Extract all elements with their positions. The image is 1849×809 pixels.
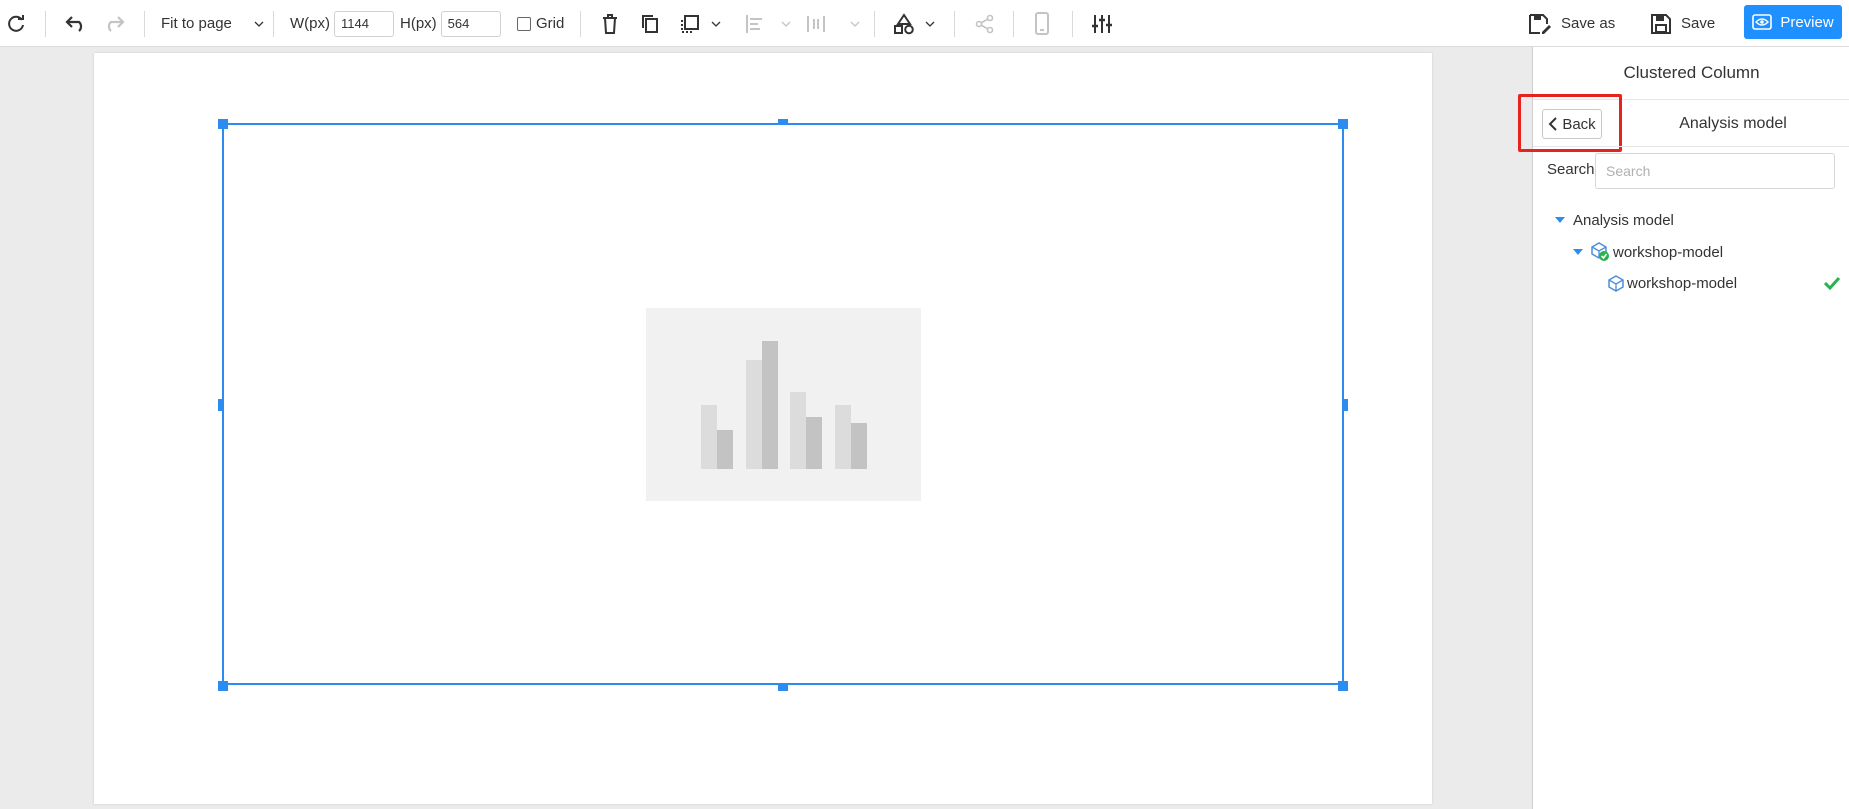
tree-node-label: Analysis model bbox=[1573, 211, 1674, 229]
chart-placeholder bbox=[646, 308, 921, 501]
resize-handle-sw[interactable] bbox=[218, 681, 228, 691]
tree-node-leaf[interactable]: workshop-model bbox=[1608, 272, 1840, 294]
checkmark-icon bbox=[1824, 276, 1840, 290]
distribute-dropdown bbox=[806, 0, 860, 47]
column-chart-placeholder-icon bbox=[701, 341, 867, 469]
shapes-icon bbox=[894, 12, 914, 34]
redo-icon bbox=[102, 0, 128, 47]
resize-handle-s[interactable] bbox=[778, 685, 788, 691]
caret-down-icon[interactable] bbox=[1555, 217, 1565, 223]
grid-checkbox[interactable] bbox=[517, 16, 531, 31]
tree-node-root[interactable]: Analysis model bbox=[1555, 209, 1674, 231]
resize-handle-nw[interactable] bbox=[218, 119, 228, 129]
toolbar: Fit to page W(px) H(px) Grid bbox=[0, 0, 1849, 47]
back-label: Back bbox=[1562, 115, 1596, 133]
arrange-dropdown[interactable] bbox=[679, 0, 721, 47]
distribute-icon bbox=[807, 15, 825, 32]
height-input[interactable] bbox=[440, 10, 501, 37]
save-as-button[interactable]: Save as bbox=[1528, 0, 1615, 47]
back-button[interactable]: Back bbox=[1542, 109, 1602, 139]
grid-toggle[interactable]: Grid bbox=[517, 0, 564, 47]
properties-panel: Clustered Column Back Analysis model Sea… bbox=[1518, 47, 1849, 809]
undo-icon[interactable] bbox=[62, 0, 88, 47]
width-label: W(px) bbox=[290, 15, 330, 32]
preview-button[interactable]: Preview bbox=[1744, 5, 1842, 39]
copy-icon[interactable] bbox=[640, 0, 660, 47]
caret-down-icon[interactable] bbox=[1573, 249, 1583, 255]
zoom-select[interactable]: Fit to page bbox=[161, 0, 264, 47]
align-dropdown bbox=[745, 0, 791, 47]
save-as-icon bbox=[1529, 13, 1551, 34]
save-button[interactable]: Save bbox=[1650, 0, 1715, 47]
resize-handle-se[interactable] bbox=[1338, 681, 1348, 691]
tree-node-label: workshop-model bbox=[1613, 243, 1724, 261]
cube-icon bbox=[1608, 274, 1624, 292]
search-label: Search bbox=[1547, 161, 1595, 178]
search-input[interactable] bbox=[1595, 153, 1835, 189]
grid-label: Grid bbox=[536, 15, 565, 32]
section-title: Analysis model bbox=[1679, 115, 1787, 132]
shapes-dropdown[interactable] bbox=[893, 0, 935, 47]
zoom-select-value: Fit to page bbox=[161, 15, 232, 32]
tree-node-model[interactable]: workshop-model bbox=[1573, 241, 1723, 263]
height-label: H(px) bbox=[400, 15, 437, 32]
settings-sliders-icon[interactable] bbox=[1091, 0, 1113, 47]
preview-label: Preview bbox=[1780, 13, 1834, 31]
chevron-left-icon bbox=[1548, 117, 1558, 131]
width-input[interactable] bbox=[334, 10, 394, 37]
chevron-down-icon bbox=[254, 21, 264, 27]
tree-node-label: workshop-model bbox=[1627, 274, 1738, 292]
model-checked-icon bbox=[1591, 242, 1609, 261]
divider bbox=[1533, 146, 1849, 147]
chevron-down-icon bbox=[925, 21, 935, 27]
eye-icon bbox=[1752, 14, 1773, 30]
save-label: Save bbox=[1681, 15, 1716, 32]
chevron-down-icon bbox=[850, 21, 860, 27]
refresh-icon[interactable] bbox=[6, 0, 26, 47]
chevron-down-icon bbox=[711, 21, 721, 27]
resize-handle-ne[interactable] bbox=[1338, 119, 1348, 129]
resize-handle-n[interactable] bbox=[778, 119, 788, 125]
resize-handle-w[interactable] bbox=[218, 399, 224, 411]
delete-icon[interactable] bbox=[600, 0, 620, 47]
mobile-icon bbox=[1034, 0, 1050, 47]
save-as-label: Save as bbox=[1561, 15, 1616, 32]
layer-icon bbox=[681, 14, 699, 33]
save-icon bbox=[1651, 13, 1671, 34]
chevron-down-icon bbox=[781, 21, 791, 27]
panel-title: Clustered Column bbox=[1533, 47, 1849, 100]
resize-handle-e[interactable] bbox=[1342, 399, 1348, 411]
share-icon bbox=[975, 0, 995, 47]
align-left-icon bbox=[746, 14, 762, 33]
